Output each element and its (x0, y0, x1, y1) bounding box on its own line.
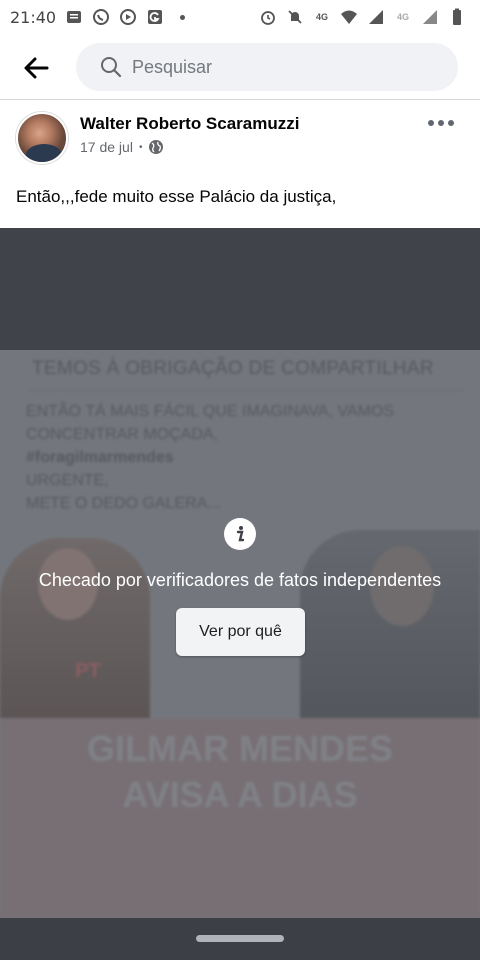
post-text: Então,,,fede muito esse Palácio da justi… (16, 187, 337, 206)
arrow-left-icon (24, 57, 49, 79)
info-icon (224, 518, 256, 550)
status-time: 21:40 (10, 7, 57, 27)
globe-icon (149, 140, 164, 154)
media-top-area (0, 228, 480, 350)
mute-icon (286, 8, 304, 26)
status-right: 4G 4G (259, 8, 466, 26)
youtube-icon (119, 8, 137, 26)
battery-icon (448, 8, 466, 26)
image-line: CONCENTRAR MOÇADA, (26, 426, 219, 443)
post-meta: 17 de jul • (80, 139, 164, 155)
status-bar: 21:40 4G 4G (0, 0, 480, 34)
gmail-icon (146, 8, 164, 26)
image-line: URGENTE, (26, 472, 109, 489)
post-header: Walter Roberto Scaramuzzi 17 de jul • (0, 100, 480, 170)
fact-check-overlay: Checado por verificadores de fatos indep… (0, 508, 480, 668)
more-dot-icon (448, 120, 454, 126)
more-options-button[interactable] (424, 116, 458, 130)
whatsapp-icon (92, 8, 110, 26)
banner-line: GILMAR MENDES (87, 728, 393, 769)
dot-icon (173, 8, 191, 26)
post-date[interactable]: 17 de jul (80, 139, 133, 155)
fact-check-text: Checado por verificadores de fatos indep… (38, 570, 442, 590)
search-header (0, 34, 480, 100)
system-nav-bar (0, 918, 480, 960)
post-media[interactable]: TEMOS À OBRIGAÇÃO DE COMPARTILHAR ENTÃO … (0, 228, 480, 918)
signal-icon (367, 8, 385, 26)
image-divider (28, 390, 464, 391)
image-body: ENTÃO TÁ MAIS FÁCIL QUE IMAGINAVA, VAMOS… (26, 400, 456, 515)
search-box[interactable] (76, 43, 458, 91)
status-left: 21:40 (10, 8, 191, 27)
signal-secondary-icon (421, 8, 439, 26)
meta-separator: • (138, 141, 143, 153)
image-line: ENTÃO TÁ MAIS FÁCIL QUE IMAGINAVA, VAMOS (26, 403, 395, 420)
image-banner: GILMAR MENDES AVISA A DIAS (0, 718, 480, 918)
post: Walter Roberto Scaramuzzi 17 de jul • En… (0, 100, 480, 206)
post-author[interactable]: Walter Roberto Scaramuzzi (80, 114, 299, 134)
avatar[interactable] (16, 112, 68, 164)
banner-line: AVISA A DIAS (122, 774, 358, 815)
more-dot-icon (428, 120, 434, 126)
search-icon (101, 57, 122, 78)
home-gesture-handle[interactable] (196, 935, 284, 942)
back-button[interactable] (20, 52, 52, 84)
image-hashtag: #foragilmarmendes (26, 449, 174, 466)
message-icon (65, 8, 83, 26)
network-4g-secondary-icon: 4G (396, 12, 409, 22)
alarm-icon (259, 8, 277, 26)
more-dot-icon (438, 120, 444, 126)
wifi-icon (340, 8, 358, 26)
network-4g-icon: 4G (315, 12, 328, 22)
see-why-button[interactable]: Ver por quê (176, 608, 305, 656)
image-title: TEMOS À OBRIGAÇÃO DE COMPARTILHAR (32, 358, 434, 379)
search-input[interactable] (132, 56, 432, 78)
